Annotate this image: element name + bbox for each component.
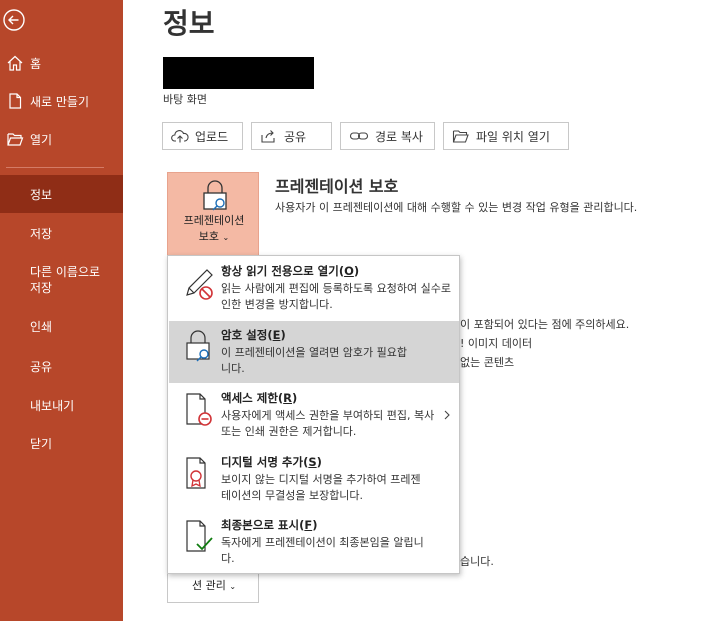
upload-icon xyxy=(171,130,189,143)
copy-path-button[interactable]: 경로 복사 xyxy=(340,122,435,150)
menu-item-access-key: E xyxy=(272,328,281,342)
menu-item-mark-as-final[interactable]: 최종본으로 표시(F) 독자에게 프레젠테이션이 최종본임을 알립니다. xyxy=(169,511,459,573)
document-restricted-icon xyxy=(186,393,212,426)
menu-item-title: 항상 읽기 전용으로 열기(O) xyxy=(221,264,360,278)
menu-item-description: 이 프레젠테이션을 열려면 암호가 필요합니다. xyxy=(221,346,408,375)
versions-text-line: 습니다. xyxy=(460,555,494,568)
sidebar-item-label: 홈 xyxy=(30,56,42,71)
protect-tile-label-line1: 프레젠테이션 xyxy=(183,214,245,227)
sidebar-item-label: 내보내기 xyxy=(30,398,75,413)
protect-description: 사용자가 이 프레젠테이션에 대해 수행할 수 있는 변경 작업 유형을 관리합… xyxy=(275,201,638,214)
menu-item-description: 보이지 않는 디지털 서명을 추가하여 프레젠테이션의 무결성을 보장합니다. xyxy=(221,473,421,502)
menu-item-access-key: F xyxy=(304,518,313,532)
menu-item-title-text: 암호 설정 xyxy=(221,328,268,342)
inspect-text-line: 없는 콘텐츠 xyxy=(460,356,515,369)
menu-item-title-text: 디지털 서명 추가 xyxy=(221,455,304,469)
menu-item-description: 독자에게 프레젠테이션이 최종본임을 알립니다. xyxy=(221,536,424,565)
protect-presentation-button[interactable]: 프레젠테이션 보호 ⌄ xyxy=(167,172,259,256)
menu-item-title: 액세스 제한(R) xyxy=(221,391,298,405)
sidebar-item-label: 정보 xyxy=(30,187,53,202)
sidebar-item-home[interactable]: 홈 xyxy=(0,44,123,82)
backstage-sidebar: 홈 새로 만들기 열기 정보 저장 다른 이름으로 저장 인쇄 공유 내보내기 … xyxy=(0,0,123,621)
link-icon xyxy=(349,132,369,140)
menu-item-title-text: 액세스 제한 xyxy=(221,391,278,405)
sidebar-item-new[interactable]: 새로 만들기 xyxy=(0,82,123,120)
sidebar-item-label: 공유 xyxy=(30,359,53,374)
protect-tile-label-line2: 보호 ⌄ xyxy=(168,229,260,246)
sidebar-item-label: 열기 xyxy=(30,132,53,147)
menu-item-add-digital-signature[interactable]: 디지털 서명 추가(S) 보이지 않는 디지털 서명을 추가하여 프레젠테이션의… xyxy=(169,448,459,510)
sidebar-item-label: 다른 이름으로 저장 xyxy=(30,265,101,295)
menu-item-access-key: S xyxy=(308,455,317,469)
inspect-text-line: 이 포함되어 있다는 점에 주의하세요. xyxy=(460,318,630,331)
sidebar-item-print[interactable]: 인쇄 xyxy=(0,307,123,345)
sidebar-item-share[interactable]: 공유 xyxy=(0,347,123,385)
protect-presentation-menu: 항상 읽기 전용으로 열기(O) 읽는 사람에게 편집에 등록하도록 요청하여 … xyxy=(167,255,460,574)
digital-signature-icon xyxy=(186,457,206,489)
sidebar-item-export[interactable]: 내보내기 xyxy=(0,386,123,424)
chevron-right-icon xyxy=(444,410,450,420)
menu-item-restrict-access[interactable]: 액세스 제한(R) 사용자에게 액세스 권한을 부여하되 편집, 복사 또는 인… xyxy=(169,384,459,446)
sidebar-item-label: 저장 xyxy=(30,226,53,241)
menu-item-description: 사용자에게 액세스 권한을 부여하되 편집, 복사 또는 인쇄 권한은 제거합니… xyxy=(221,409,435,438)
upload-label: 업로드 xyxy=(195,129,229,144)
protect-tile-label: 프레젠테이션 보호 ⌄ xyxy=(168,213,260,246)
file-location: 바탕 화면 xyxy=(163,93,207,106)
back-arrow-icon[interactable] xyxy=(2,8,26,32)
sidebar-item-close[interactable]: 닫기 xyxy=(0,424,123,462)
sidebar-item-label: 닫기 xyxy=(30,436,53,451)
document-check-icon xyxy=(186,520,213,552)
folder-icon xyxy=(452,130,469,143)
menu-item-title: 최종본으로 표시(F) xyxy=(221,518,318,532)
page-title: 정보 xyxy=(163,7,215,40)
open-file-location-button[interactable]: 파일 위치 열기 xyxy=(443,122,569,150)
pencil-prohibited-icon xyxy=(186,269,213,300)
folder-open-icon xyxy=(7,133,24,146)
copy-path-label: 경로 복사 xyxy=(375,129,423,144)
sidebar-item-info[interactable]: 정보 xyxy=(0,175,123,213)
sidebar-item-save-as[interactable]: 다른 이름으로 저장 xyxy=(0,260,115,300)
inspect-text-line: ! 이미지 데이터 xyxy=(460,337,533,350)
lock-key-icon xyxy=(203,180,227,211)
menu-item-title-text: 최종본으로 표시 xyxy=(221,518,300,532)
menu-item-access-key: R xyxy=(283,391,293,405)
manage-tile-label-text: 션 관리 xyxy=(191,579,226,592)
home-icon xyxy=(7,55,23,71)
share-label: 공유 xyxy=(284,129,307,144)
menu-item-title: 암호 설정(E) xyxy=(221,328,286,342)
manage-tile-label: 션 관리 ⌄ xyxy=(168,577,260,593)
redacted-file-name xyxy=(163,57,314,89)
protect-tile-label-text: 보호 xyxy=(198,230,220,243)
share-button[interactable]: 공유 xyxy=(251,122,332,150)
share-icon xyxy=(261,130,275,143)
menu-item-title: 디지털 서명 추가(S) xyxy=(221,455,322,469)
menu-item-encrypt-with-password[interactable]: 암호 설정(E) 이 프레젠테이션을 열려면 암호가 필요합니다. xyxy=(169,321,459,383)
new-document-icon xyxy=(9,93,22,109)
sidebar-item-save[interactable]: 저장 xyxy=(0,214,123,252)
menu-item-always-open-read-only[interactable]: 항상 읽기 전용으로 열기(O) 읽는 사람에게 편집에 등록하도록 요청하여 … xyxy=(169,257,459,319)
menu-item-description: 읽는 사람에게 편집에 등록하도록 요청하여 실수로 인한 변경을 방지합니다. xyxy=(221,282,452,311)
upload-button[interactable]: 업로드 xyxy=(162,122,243,150)
sidebar-item-label: 인쇄 xyxy=(30,319,53,334)
sidebar-item-open[interactable]: 열기 xyxy=(0,120,123,158)
chevron-down-icon: ⌄ xyxy=(229,582,237,591)
lock-key-icon xyxy=(186,330,210,362)
sidebar-divider xyxy=(6,167,104,168)
menu-item-access-key: O xyxy=(344,264,354,278)
chevron-down-icon: ⌄ xyxy=(222,233,230,242)
menu-item-title-text: 항상 읽기 전용으로 열기 xyxy=(221,264,339,278)
open-file-location-label: 파일 위치 열기 xyxy=(476,129,550,144)
sidebar-item-label: 새로 만들기 xyxy=(30,94,90,109)
protect-heading: 프레젠테이션 보호 xyxy=(275,177,399,196)
